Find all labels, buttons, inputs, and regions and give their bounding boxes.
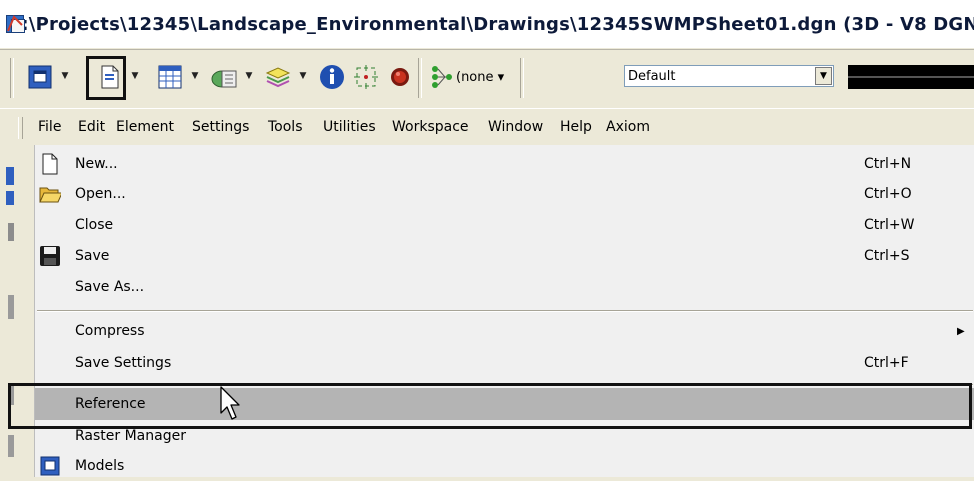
menu-settings[interactable]: Settings <box>192 119 249 135</box>
primary-toolbar: ▼ ▼ ▼ ▼ ▼ (none ▾ Default ▼ <box>0 49 974 108</box>
menu-item-compress[interactable]: Compress ▶ <box>35 316 974 346</box>
layers-icon[interactable] <box>264 63 292 91</box>
style-combo[interactable]: Default ▼ <box>624 65 834 87</box>
menu-edit[interactable]: Edit <box>78 119 105 135</box>
menu-item-label: Close <box>75 217 114 233</box>
chevron-down-icon[interactable]: ▼ <box>815 67 832 85</box>
chevron-down-icon[interactable]: ▼ <box>60 69 70 83</box>
menu-item-label: Save <box>75 248 110 264</box>
grid-icon[interactable] <box>156 63 184 91</box>
info-icon[interactable] <box>318 63 346 91</box>
style-combo-value: Default <box>628 68 676 84</box>
chevron-down-icon[interactable]: ▼ <box>298 69 308 83</box>
menu-item-label: Compress <box>75 323 145 339</box>
menu-item-label: Save Settings <box>75 355 172 371</box>
menu-utilities[interactable]: Utilities <box>323 119 376 135</box>
reference-highlight-box <box>8 383 972 429</box>
menu-item-label: Open... <box>75 186 126 202</box>
menu-item-save[interactable]: Save Ctrl+S <box>35 241 974 271</box>
menu-window[interactable]: Window <box>488 119 543 135</box>
new-file-highlight <box>86 56 126 100</box>
level-combo[interactable]: (none ▾ <box>456 70 504 85</box>
view-icon[interactable] <box>26 63 54 91</box>
new-document-icon <box>39 153 61 175</box>
menu-separator <box>37 310 973 312</box>
toolbar-grip[interactable] <box>10 58 14 98</box>
menu-axiom[interactable]: Axiom <box>606 119 650 135</box>
models-icon <box>39 455 61 477</box>
record-icon[interactable] <box>386 63 414 91</box>
menu-item-save-as[interactable]: Save As... <box>35 272 974 302</box>
toolbar-separator <box>520 58 524 98</box>
menu-bar: File Edit Element Settings Tools Utiliti… <box>0 108 974 146</box>
menu-element[interactable]: Element <box>116 119 174 135</box>
menu-file[interactable]: File <box>38 119 61 135</box>
menu-item-shortcut: Ctrl+S <box>864 248 910 264</box>
chevron-down-icon[interactable]: ▼ <box>190 69 200 83</box>
menu-item-label: New... <box>75 156 118 172</box>
menu-tools[interactable]: Tools <box>268 119 303 135</box>
chevron-down-icon[interactable]: ▼ <box>130 69 140 83</box>
window-title: C:\Projects\12345\Landscape_Environmenta… <box>8 13 974 35</box>
snap-icon[interactable] <box>352 63 380 91</box>
menubar-grip[interactable] <box>18 117 23 139</box>
title-bar: C:\Projects\12345\Landscape_Environmenta… <box>0 0 974 48</box>
menu-help[interactable]: Help <box>560 119 592 135</box>
open-folder-icon <box>39 183 61 205</box>
menu-item-shortcut: Ctrl+N <box>864 156 912 172</box>
menu-item-new[interactable]: New... Ctrl+N <box>35 149 974 179</box>
menu-workspace[interactable]: Workspace <box>392 119 469 135</box>
floppy-disk-icon <box>39 245 61 267</box>
menu-item-label: Raster Manager <box>75 428 186 444</box>
line-weight-bar[interactable] <box>848 65 974 89</box>
mouse-cursor-icon <box>219 385 243 423</box>
menu-item-open[interactable]: Open... Ctrl+O <box>35 179 974 209</box>
menu-item-label: Models <box>75 458 125 474</box>
tree-icon[interactable] <box>428 63 454 91</box>
menu-item-shortcut: Ctrl+O <box>864 186 912 202</box>
chevron-down-icon[interactable]: ▼ <box>244 69 254 83</box>
menu-item-shortcut: Ctrl+W <box>864 217 915 233</box>
menu-item-save-settings[interactable]: Save Settings Ctrl+F <box>35 348 974 378</box>
toolbar-separator <box>418 58 422 98</box>
menu-item-label: Save As... <box>75 279 145 295</box>
submenu-arrow-icon: ▶ <box>957 325 965 337</box>
library-icon[interactable] <box>210 63 238 91</box>
menu-item-shortcut: Ctrl+F <box>864 355 909 371</box>
menu-item-close[interactable]: Close Ctrl+W <box>35 210 974 240</box>
